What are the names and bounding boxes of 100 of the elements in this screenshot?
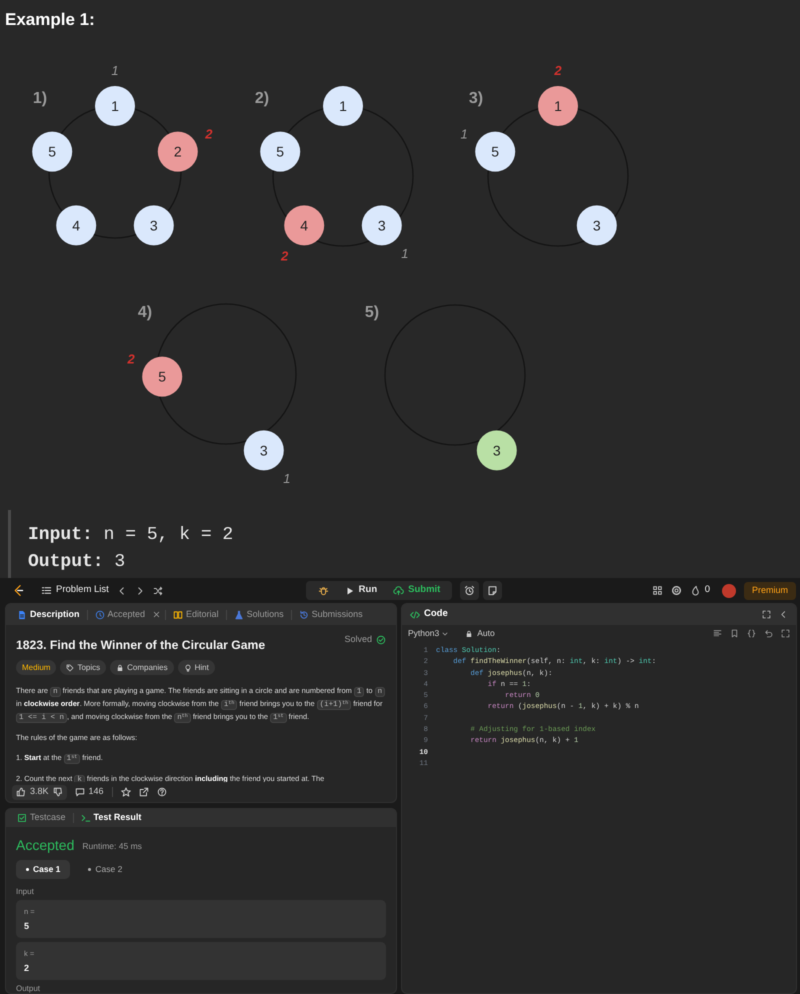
count-label: 2: [554, 63, 562, 78]
avatar-icon[interactable]: [722, 584, 736, 598]
tag-icon: [66, 664, 74, 672]
run-button[interactable]: Run: [338, 581, 384, 600]
like-count: 3.8K: [30, 785, 49, 798]
node-label: 5: [48, 144, 56, 160]
thumbs-up-icon: [16, 787, 26, 797]
step-label: 3): [468, 90, 484, 107]
description-tab[interactable]: Solutions: [230, 606, 287, 624]
console-tab[interactable]: Test Result: [78, 809, 144, 827]
lock-icon: [465, 630, 474, 638]
comments-button[interactable]: 146: [74, 785, 104, 799]
code-icon: [410, 610, 420, 620]
document-icon: [17, 610, 27, 620]
description-tab[interactable]: Accepted: [92, 606, 148, 624]
checkbox-icon: [17, 813, 27, 823]
list-icon: [41, 585, 52, 596]
topic-chip[interactable]: Topics: [60, 660, 106, 675]
collapse-icon[interactable]: [779, 610, 788, 619]
help-icon[interactable]: [156, 787, 167, 797]
step-label: 1): [32, 90, 48, 107]
count-label: 1: [460, 126, 468, 142]
star-icon[interactable]: [120, 787, 131, 797]
case-tab[interactable]: Case 1: [16, 860, 70, 879]
note-icon: [487, 585, 498, 596]
section-heading: Example 1:: [5, 10, 95, 30]
flask-icon: [234, 610, 244, 620]
fullscreen-icon[interactable]: [781, 629, 790, 638]
node-label: 5: [276, 144, 284, 160]
section-label: Input: [16, 887, 34, 897]
problem-list-link[interactable]: Problem List: [41, 583, 109, 598]
comment-icon: [74, 787, 85, 797]
bug-icon: [318, 585, 329, 596]
book-icon: [173, 610, 184, 620]
node-label: 1: [554, 98, 562, 114]
timer-button[interactable]: [460, 581, 480, 600]
topic-chip[interactable]: Companies: [110, 660, 174, 675]
play-icon: [344, 586, 355, 596]
node-label: 5: [491, 144, 500, 160]
alarm-clock-icon: [464, 585, 476, 596]
node-label: 3: [378, 217, 386, 234]
language-dropdown[interactable]: Python3: [408, 627, 450, 640]
premium-button[interactable]: Premium: [744, 582, 796, 600]
shuffle-icon[interactable]: [152, 586, 163, 596]
description-tab[interactable]: Submissions: [296, 606, 366, 624]
comment-count: 146: [88, 785, 104, 798]
share-icon[interactable]: [138, 787, 149, 797]
topic-chip[interactable]: Hint: [178, 660, 215, 675]
logo-icon[interactable]: [12, 584, 25, 597]
input-example-text: Input: n = 5, k = 2: [28, 524, 234, 547]
step-label: 5): [364, 304, 380, 321]
lightbulb-icon: [184, 664, 192, 672]
dot-icon: [26, 868, 29, 871]
node-label: 4: [300, 217, 308, 234]
thumbs-down-icon[interactable]: [52, 787, 63, 797]
problem-title: 1823. Find the Winner of the Circular Game: [16, 637, 266, 654]
node-label: 3: [592, 217, 601, 234]
difficulty-tag[interactable]: Medium: [16, 660, 56, 675]
mode-label: Auto: [477, 627, 495, 640]
count-label: 2: [205, 126, 213, 142]
undo-icon[interactable]: [764, 629, 773, 638]
section-label: Output: [16, 984, 40, 993]
close-icon[interactable]: [152, 610, 162, 619]
solved-status: Solved: [344, 633, 372, 646]
panel-title: Code: [424, 607, 448, 622]
node-label: 5: [158, 368, 166, 385]
cloud-upload-icon: [393, 585, 404, 596]
check-circle-icon: [376, 634, 386, 645]
submit-button[interactable]: Submit: [387, 581, 446, 600]
node-label: 1: [339, 98, 347, 114]
count-label: 2: [127, 352, 135, 367]
chevron-down-icon: [441, 630, 450, 638]
maximize-icon[interactable]: [762, 610, 771, 619]
history-icon: [298, 610, 309, 620]
description-tab[interactable]: Editorial: [170, 606, 222, 624]
console-tab[interactable]: Testcase: [14, 809, 69, 827]
count-label: 1: [111, 63, 119, 78]
format-icon[interactable]: [713, 629, 722, 638]
count-label: 2: [280, 248, 288, 264]
layout-icon[interactable]: [652, 585, 663, 596]
braces-icon[interactable]: [747, 629, 756, 638]
count-label: 1: [283, 471, 291, 486]
node-label: 2: [174, 144, 182, 160]
case-tab[interactable]: Case 2: [78, 860, 132, 879]
runtime-text: Runtime: 45 ms: [82, 840, 142, 853]
clock-icon: [94, 610, 105, 620]
description-tab[interactable]: Description: [14, 606, 83, 624]
bookmark-icon[interactable]: [730, 629, 739, 638]
notes-button[interactable]: [483, 581, 502, 600]
node-label: 4: [72, 217, 80, 234]
variable-value: 5: [24, 920, 30, 933]
output-example-text: Output: 3: [28, 551, 126, 574]
node-label: 3: [492, 442, 501, 458]
lock-icon: [116, 664, 124, 672]
variable-value: 2: [24, 962, 30, 975]
node-label: 3: [260, 442, 268, 458]
node-label: 3: [150, 217, 158, 234]
step-label: 2): [254, 90, 270, 107]
step-label: 4): [138, 304, 152, 321]
streak-count: 0: [704, 583, 710, 598]
